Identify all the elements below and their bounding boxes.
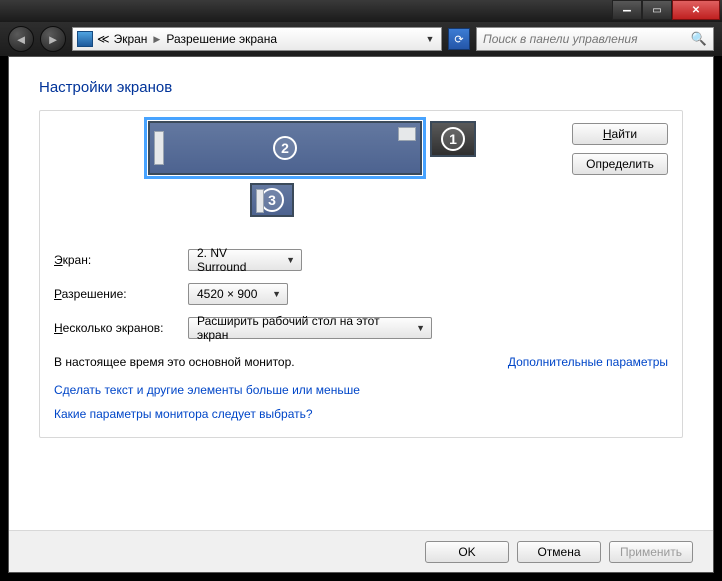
display-label: Экран: <box>54 253 188 267</box>
search-input[interactable] <box>483 32 691 46</box>
find-button[interactable]: Найти <box>572 123 668 145</box>
maximize-button[interactable] <box>642 0 672 20</box>
multi-label: Несколько экранов: <box>54 321 188 335</box>
search-box[interactable]: 🔍 <box>476 27 714 51</box>
control-panel-icon <box>77 31 93 47</box>
chevron-down-icon: ▼ <box>286 255 295 265</box>
display-preview[interactable]: 2 1 3 <box>54 121 572 221</box>
refresh-button[interactable]: ⟳ <box>448 28 470 50</box>
forward-button[interactable]: ► <box>40 26 66 52</box>
display-combo[interactable]: 2. NV Surround ▼ <box>188 249 302 271</box>
help-link[interactable]: Какие параметры монитора следует выбрать… <box>54 407 668 421</box>
chevron-down-icon[interactable]: ▼ <box>423 34 437 44</box>
advanced-settings-link[interactable]: Дополнительные параметры <box>508 355 668 369</box>
resolution-label: Разрешение: <box>54 287 188 301</box>
apply-button[interactable]: Применить <box>609 541 693 563</box>
chevron-down-icon: ▼ <box>272 289 281 299</box>
breadcrumb-item[interactable]: Экран <box>114 32 148 46</box>
search-icon: 🔍 <box>691 31 707 47</box>
text-size-link[interactable]: Сделать текст и другие элементы больше и… <box>54 383 668 397</box>
page-title: Настройки экранов <box>39 79 683 96</box>
breadcrumb-item[interactable]: Разрешение экрана <box>166 32 277 46</box>
close-button[interactable] <box>672 0 720 20</box>
chevron-right-icon: ▶ <box>151 34 162 45</box>
back-button[interactable]: ◄ <box>8 26 34 52</box>
resolution-combo[interactable]: 4520 × 900 ▼ <box>188 283 288 305</box>
cancel-button[interactable]: Отмена <box>517 541 601 563</box>
detect-button[interactable]: Определить <box>572 153 668 175</box>
chevron-down-icon: ▼ <box>416 323 425 333</box>
primary-monitor-note: В настоящее время это основной монитор. <box>54 355 295 369</box>
multi-display-combo[interactable]: Расширить рабочий стол на этот экран ▼ <box>188 317 432 339</box>
monitor-2[interactable]: 2 <box>148 121 422 175</box>
monitor-1[interactable]: 1 <box>430 121 476 157</box>
minimize-button[interactable] <box>612 0 642 20</box>
ok-button[interactable]: OK <box>425 541 509 563</box>
breadcrumb[interactable]: ≪ Экран ▶ Разрешение экрана ▼ <box>72 27 442 51</box>
monitor-3[interactable]: 3 <box>250 183 294 217</box>
